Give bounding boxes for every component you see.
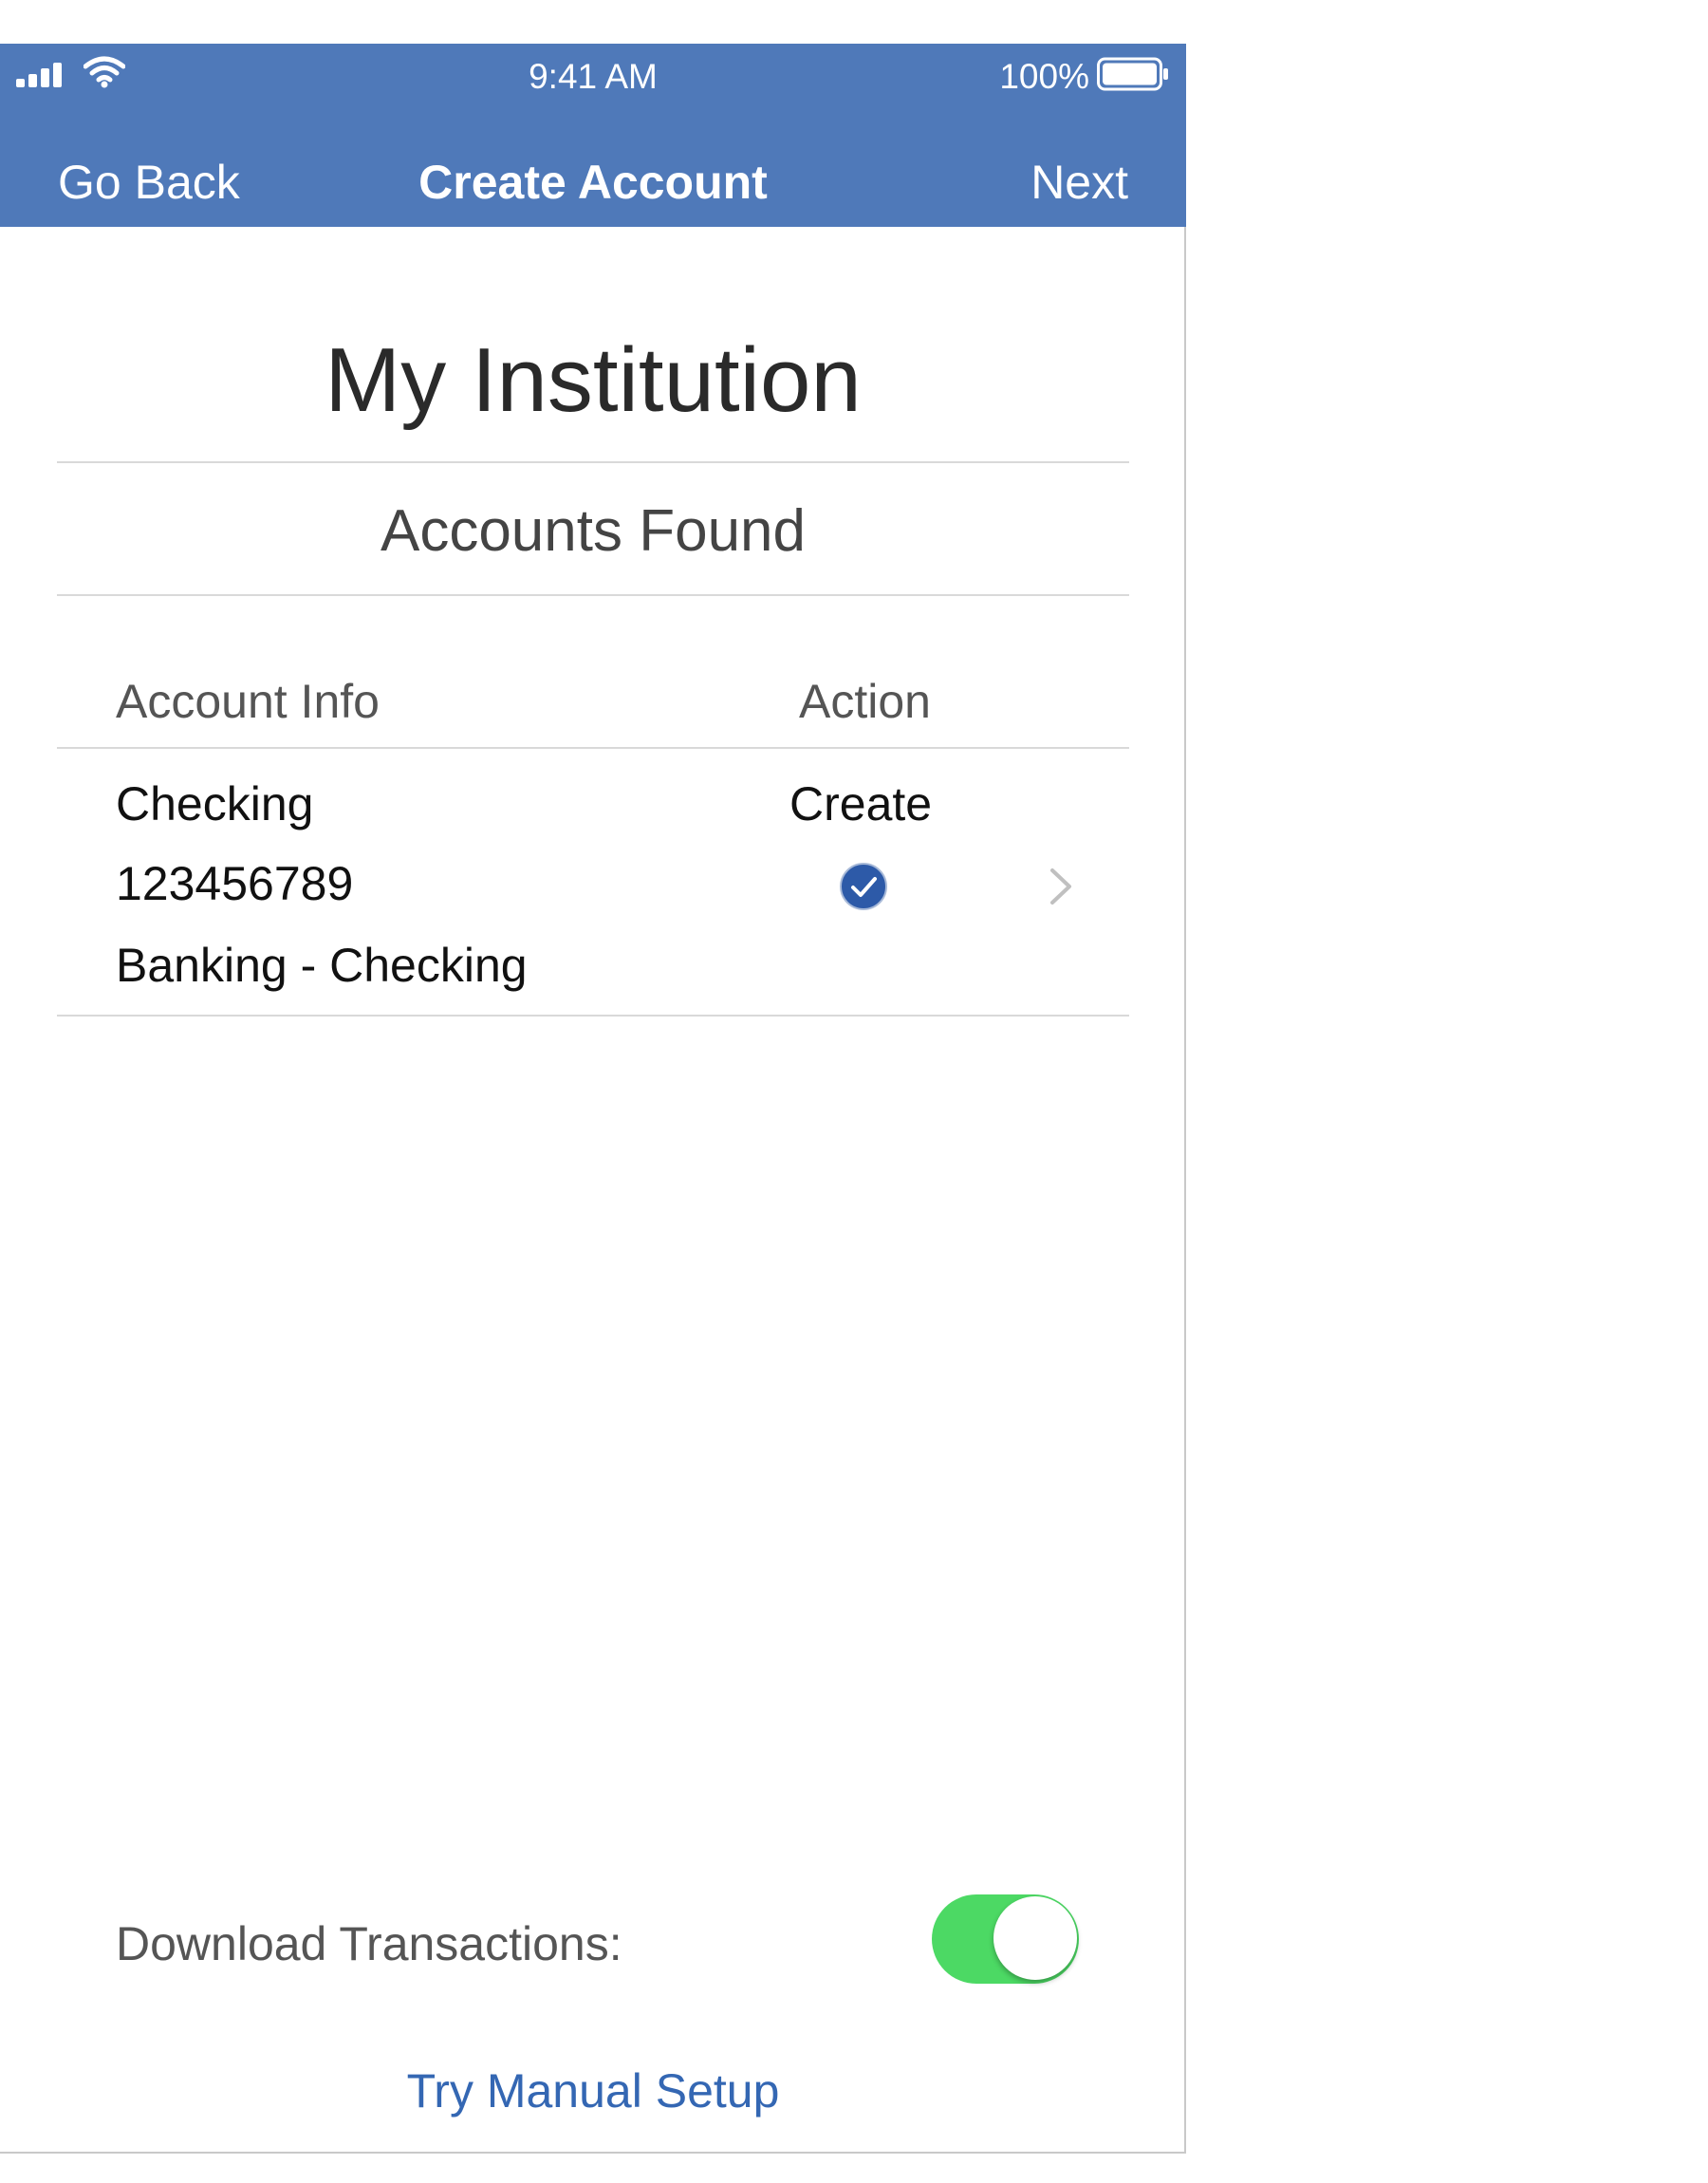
account-number: 123456789 <box>116 857 354 910</box>
divider <box>57 594 1129 596</box>
checkmark-circle-icon[interactable] <box>839 862 888 911</box>
battery-percentage: 100% <box>999 57 1089 96</box>
account-type: Banking - Checking <box>116 939 528 992</box>
chevron-right-icon[interactable] <box>1048 866 1074 907</box>
column-header-action: Action <box>799 675 931 728</box>
column-header-account-info: Account Info <box>116 675 380 728</box>
divider <box>57 461 1129 463</box>
divider <box>57 1015 1129 1017</box>
battery-icon <box>1097 57 1168 91</box>
divider <box>57 747 1129 749</box>
navigation-bar: 9:41 AM 100% Go Back Create Account Next <box>0 44 1186 227</box>
page-title: Create Account <box>418 156 768 209</box>
toggle-knob <box>993 1896 1077 1980</box>
download-transactions-label: Download Transactions: <box>116 1917 622 1970</box>
account-name: Checking <box>116 777 314 830</box>
account-action: Create <box>789 777 933 830</box>
download-transactions-toggle[interactable] <box>932 1894 1079 1984</box>
status-bar: 9:41 AM 100% <box>0 44 1186 104</box>
app-screen: 9:41 AM 100% Go Back Create Account Next… <box>0 44 1186 2154</box>
try-manual-setup-link[interactable]: Try Manual Setup <box>0 2063 1186 2118</box>
accounts-found-heading: Accounts Found <box>380 498 807 564</box>
institution-name: My Institution <box>325 329 862 431</box>
next-button[interactable]: Next <box>1030 155 1128 210</box>
